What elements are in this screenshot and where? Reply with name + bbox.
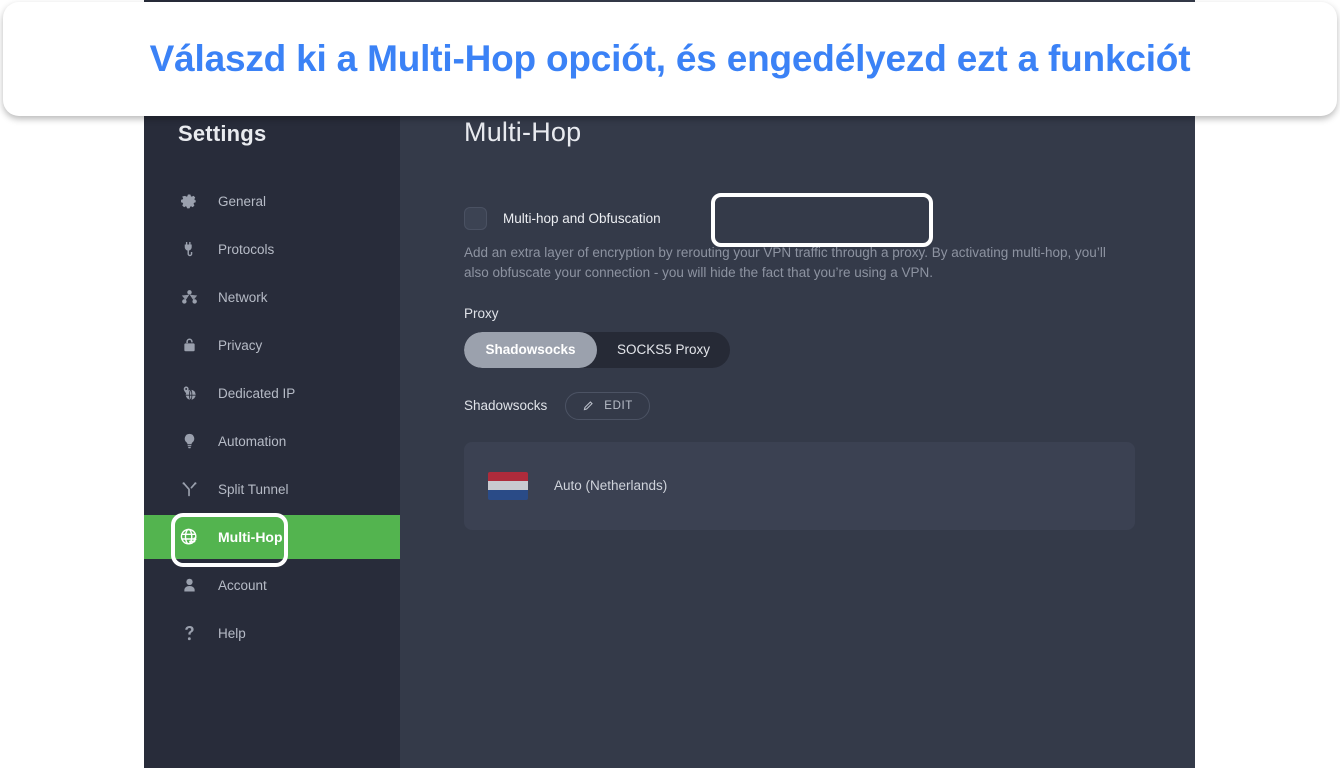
dedicated-ip-icon <box>178 382 200 404</box>
multi-hop-toggle-row[interactable]: Multi-hop and Obfuscation <box>464 205 1195 233</box>
person-icon <box>178 574 200 596</box>
pencil-icon <box>582 399 595 412</box>
sidebar-item-multi-hop[interactable]: Multi-Hop <box>144 515 400 559</box>
sidebar-item-general[interactable]: General <box>144 183 400 219</box>
globe-arrow-icon <box>178 526 200 548</box>
page-title: Multi-Hop <box>464 117 582 147</box>
plug-icon <box>178 238 200 260</box>
multi-hop-checkbox[interactable] <box>464 207 487 231</box>
sidebar-item-automation[interactable]: Automation <box>144 423 400 459</box>
sidebar-item-dedicated-ip[interactable]: Dedicated IP <box>144 375 400 411</box>
proxy-option-socks5[interactable]: SOCKS5 Proxy <box>597 332 730 368</box>
netherlands-flag-icon <box>488 471 528 500</box>
split-tunnel-icon <box>178 478 200 500</box>
sidebar-item-network[interactable]: Network <box>144 279 400 315</box>
sidebar-item-split-tunnel[interactable]: Split Tunnel <box>144 471 400 507</box>
gear-icon <box>178 190 200 212</box>
server-name: Auto (Netherlands) <box>554 478 668 494</box>
lightbulb-icon <box>178 430 200 452</box>
network-nodes-icon <box>178 286 200 308</box>
sidebar-nav: General Protocols Network Privacy Dedica… <box>144 183 400 651</box>
instruction-banner-text: Válaszd ki a Multi-Hop opciót, és engedé… <box>149 38 1191 80</box>
sidebar-item-label: Multi-Hop <box>218 529 283 545</box>
sidebar-item-label: Network <box>218 289 268 305</box>
instruction-banner: Válaszd ki a Multi-Hop opciót, és engedé… <box>3 2 1337 116</box>
shadowsocks-row: Shadowsocks EDIT <box>464 391 1195 420</box>
sidebar-item-label: General <box>218 193 267 209</box>
sidebar-item-help[interactable]: Help <box>144 615 400 651</box>
sidebar-item-label: Automation <box>218 433 287 449</box>
sidebar-item-account[interactable]: Account <box>144 567 400 603</box>
sidebar-item-label: Protocols <box>218 241 275 257</box>
lock-icon <box>178 334 200 356</box>
sidebar-item-label: Account <box>218 577 267 593</box>
edit-button[interactable]: EDIT <box>565 391 650 420</box>
question-mark-icon <box>178 622 200 644</box>
server-card[interactable]: Auto (Netherlands) <box>464 441 1135 530</box>
sidebar-item-label: Split Tunnel <box>218 481 289 497</box>
multi-hop-description: Add an extra layer of encryption by rero… <box>464 244 1106 281</box>
sidebar-item-protocols[interactable]: Protocols <box>144 231 400 267</box>
proxy-type-segmented-control[interactable]: Shadowsocks SOCKS5 Proxy <box>464 331 730 368</box>
proxy-option-shadowsocks[interactable]: Shadowsocks <box>464 331 597 368</box>
sidebar-item-label: Dedicated IP <box>218 385 296 401</box>
sidebar-item-privacy[interactable]: Privacy <box>144 327 400 363</box>
shadowsocks-label: Shadowsocks <box>464 398 548 414</box>
sidebar-item-label: Help <box>218 625 246 641</box>
proxy-section-label: Proxy <box>464 305 499 321</box>
multi-hop-toggle-label: Multi-hop and Obfuscation <box>503 211 661 227</box>
edit-button-label: EDIT <box>604 399 633 412</box>
sidebar-item-label: Privacy <box>218 337 263 353</box>
